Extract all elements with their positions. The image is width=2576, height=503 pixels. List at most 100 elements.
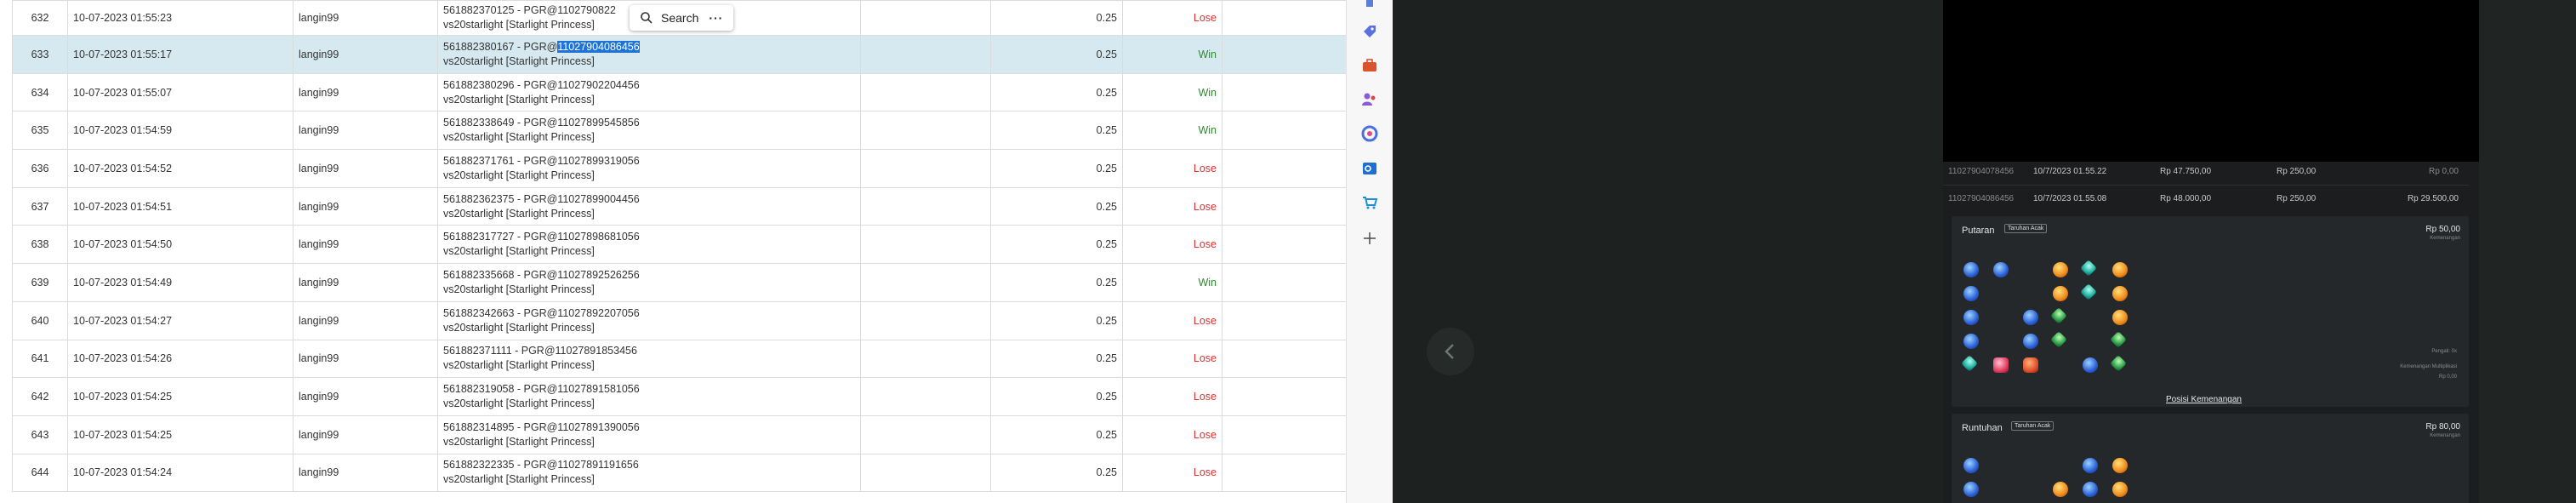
table-row[interactable]: 633 10-07-2023 01:55:17 langin99 5618823801… — [12, 35, 1346, 74]
table-row[interactable]: 639 10-07-2023 01:54:49 langin99 5618823356… — [12, 263, 1346, 302]
bet-amount: 0.25 — [990, 263, 1123, 302]
add-icon[interactable] — [1361, 230, 1378, 247]
back-button[interactable] — [1427, 328, 1474, 375]
game-video-area — [1943, 0, 2479, 162]
empty-cell — [860, 300, 991, 340]
people-icon[interactable] — [1361, 91, 1378, 108]
orange-crown-icon — [2112, 286, 2128, 301]
orange-crown-icon — [2112, 310, 2128, 325]
circle-app-icon[interactable] — [1361, 125, 1378, 142]
transaction-date: 10-07-2023 01:54:49 — [67, 263, 294, 302]
row-number: 641 — [12, 339, 68, 379]
result-status: Lose — [1122, 149, 1222, 188]
description-line-1: 561882317727 - PGR@11027898681056 — [443, 231, 640, 243]
username: langin99 — [293, 225, 438, 265]
orange-crown-icon — [2112, 458, 2128, 473]
blue-gem-icon — [2023, 334, 2038, 349]
more-options-button[interactable]: ··· — [709, 11, 723, 25]
bet-amount: 0.25 — [990, 339, 1123, 379]
description-line-1: 561882335668 - PGR@11027892526256 — [443, 268, 640, 281]
description-line-1: 561882319058 - PGR@11027891581056 — [443, 383, 640, 396]
transaction-date: 10-07-2023 01:54:50 — [67, 225, 294, 265]
empty-cell — [860, 111, 991, 151]
win-lose-amount: -0.25 — [1222, 225, 1346, 265]
tumble-panel: Runtuhan Taruhan Acak Rp 80,00 Kemenanga… — [1952, 414, 2469, 503]
bet-amount: 0.25 — [990, 225, 1123, 265]
game-window: 11027904078456 10/7/2023 01.55.22 Rp 47.… — [1393, 0, 2576, 503]
empty-cell — [860, 377, 991, 416]
tumble-sub: Kemenangan — [2430, 433, 2460, 438]
description-line-2: vs20starlight [Starlight Princess] — [443, 19, 595, 31]
win-lose-amount: -0.25 — [1222, 186, 1346, 226]
transaction-date: 10-07-2023 01:55:07 — [67, 72, 294, 112]
description-line-2: vs20starlight [Starlight Princess] — [443, 397, 595, 410]
empty-cell — [860, 149, 991, 188]
orange-crown-icon — [2053, 262, 2068, 277]
result-status: Lose — [1122, 414, 1222, 454]
transaction-description: 561882371761 - PGR@11027899319056 vs20sta… — [437, 149, 861, 188]
row-number: 636 — [12, 149, 68, 188]
round-win: Rp 29.500,00 — [2407, 194, 2459, 203]
selection-search-popup[interactable]: Search ··· — [630, 5, 733, 31]
row-number: 642 — [12, 377, 68, 416]
shopping-cart-icon[interactable] — [1361, 194, 1378, 211]
result-status: Win — [1122, 35, 1222, 74]
table-row[interactable]: 641 10-07-2023 01:54:26 langin99 5618823711… — [12, 339, 1346, 379]
search-button-label[interactable]: Search — [661, 11, 698, 25]
table-row[interactable]: 635 10-07-2023 01:54:59 langin99 5618823386… — [12, 111, 1346, 151]
table-row[interactable]: 642 10-07-2023 01:54:25 langin99 5618823190… — [12, 377, 1346, 416]
result-status: Lose — [1122, 339, 1222, 379]
transaction-description: 561882380167 - PGR@11027904086456 vs20sta… — [437, 35, 861, 74]
red-crown-icon — [2023, 357, 2038, 373]
empty-cell — [860, 339, 991, 379]
tag-icon[interactable] — [1361, 23, 1378, 40]
table-row[interactable]: 637 10-07-2023 01:54:51 langin99 5618823623… — [12, 186, 1346, 226]
multiplied-win-value: Rp 0,00 — [2438, 374, 2457, 380]
spin-panel: Putaran Taruhan Acak Rp 50,00 Kemenangan… — [1952, 216, 2469, 407]
description-line-1: 561882322335 - PGR@11027891191656 — [443, 459, 639, 472]
result-status: Win — [1122, 111, 1222, 151]
table-row[interactable]: 643 10-07-2023 01:54:25 langin99 5618823148… — [12, 414, 1346, 454]
history-row[interactable]: 11027904086456 10/7/2023 01.55.08 Rp 48.… — [1943, 186, 2469, 212]
win-lose-amount: -0.25 — [1222, 0, 1346, 36]
transaction-description: 561882380296 - PGR@11027902204456 vs20sta… — [437, 72, 861, 112]
result-status: Lose — [1122, 453, 1222, 493]
bet-amount: 0.25 — [990, 149, 1123, 188]
table-row[interactable]: 636 10-07-2023 01:54:52 langin99 5618823717… — [12, 149, 1346, 188]
transaction-date: 10-07-2023 01:55:23 — [67, 0, 294, 36]
multiplier-label: Pengali: 0x — [2431, 349, 2457, 354]
round-balance: Rp 48.000,00 — [2160, 194, 2212, 203]
row-number: 643 — [12, 414, 68, 454]
table-row[interactable]: 638 10-07-2023 01:54:50 langin99 5618823177… — [12, 225, 1346, 265]
description-line-1: 561882371761 - PGR@11027899319056 — [443, 154, 640, 167]
row-number: 632 — [12, 0, 68, 36]
row-number: 634 — [12, 72, 68, 112]
green-gem-icon — [2110, 355, 2127, 372]
table-row[interactable]: 640 10-07-2023 01:54:27 langin99 5618823426… — [12, 300, 1346, 340]
description-line-2: vs20starlight [Starlight Princess] — [443, 473, 595, 486]
bet-amount: 0.25 — [990, 377, 1123, 416]
win-positions-link[interactable]: Posisi Kemenangan — [2166, 395, 2242, 404]
username: langin99 — [293, 300, 438, 340]
transaction-date: 10-07-2023 01:54:25 — [67, 377, 294, 416]
game-history-panel: 11027904078456 10/7/2023 01.55.22 Rp 47.… — [1943, 0, 2479, 503]
history-row[interactable]: 11027904078456 10/7/2023 01.55.22 Rp 47.… — [1943, 159, 2469, 186]
blue-gem-icon — [1963, 482, 1979, 497]
table-row[interactable]: 644 10-07-2023 01:54:24 langin99 5618823223… — [12, 453, 1346, 493]
transaction-description: 561882342663 - PGR@11027892207056 vs20sta… — [437, 300, 861, 340]
empty-cell — [860, 263, 991, 302]
transaction-date: 10-07-2023 01:54:27 — [67, 300, 294, 340]
username: langin99 — [293, 149, 438, 188]
toolbox-icon[interactable] — [1361, 57, 1378, 74]
transaction-description: 561882317727 - PGR@11027898681056 vs20sta… — [437, 225, 861, 265]
round-time: 10/7/2023 01.55.08 — [2033, 194, 2107, 203]
empty-cell — [860, 186, 991, 226]
outlook-icon[interactable] — [1361, 160, 1378, 177]
username: langin99 — [293, 72, 438, 112]
description-line-2: vs20starlight [Starlight Princess] — [443, 93, 595, 106]
description-line-2: vs20starlight [Starlight Princess] — [443, 283, 595, 295]
transaction-date: 10-07-2023 01:54:26 — [67, 339, 294, 379]
table-row[interactable]: 634 10-07-2023 01:55:07 langin99 5618823802… — [12, 72, 1346, 112]
transaction-date: 10-07-2023 01:55:17 — [67, 35, 294, 74]
pin-icon[interactable] — [1361, 0, 1378, 17]
